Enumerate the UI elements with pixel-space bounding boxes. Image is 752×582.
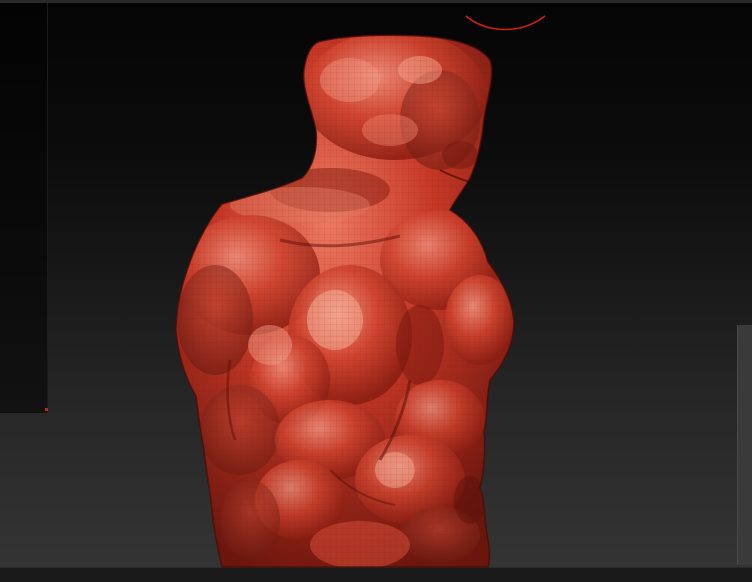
sculpt-mesh[interactable] [170,30,520,570]
brush-cursor-icon [465,15,546,31]
sculpt-viewport[interactable] [0,0,752,582]
zbrush-viewport-window [0,0,752,582]
